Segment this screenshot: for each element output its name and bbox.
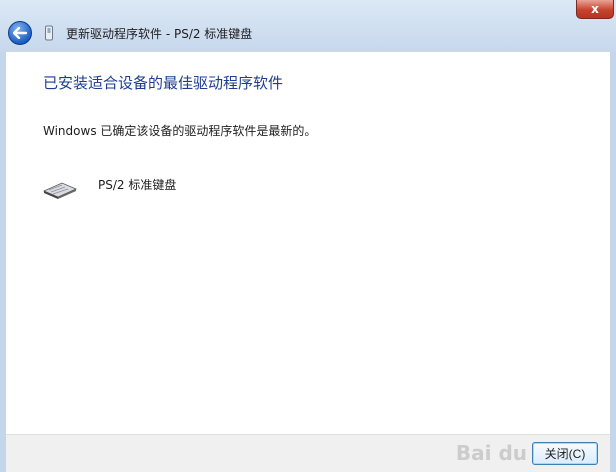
device-name: PS/2 标准键盘 (98, 178, 177, 192)
back-button[interactable] (8, 21, 32, 45)
close-icon: x (591, 2, 599, 16)
back-arrow-icon (13, 27, 27, 39)
close-button[interactable]: 关闭(C) (532, 442, 598, 465)
page-heading: 已安装适合设备的最佳驱动程序软件 (43, 74, 284, 92)
footer-bar: Bai du 经验 (6, 434, 610, 472)
keyboard-icon (43, 182, 77, 199)
window-title: 更新驱动程序软件 - PS/2 标准键盘 (66, 27, 253, 41)
status-message: Windows 已确定该设备的驱动程序软件是最新的。 (43, 124, 317, 138)
title-bar: x 更新驱动程序软件 - PS/2 标准键盘 (0, 0, 616, 52)
window-close-button[interactable]: x (576, 0, 614, 19)
device-wizard-icon (45, 25, 53, 41)
content-panel: 已安装适合设备的最佳驱动程序软件 Windows 已确定该设备的驱动程序软件是最… (6, 52, 610, 434)
